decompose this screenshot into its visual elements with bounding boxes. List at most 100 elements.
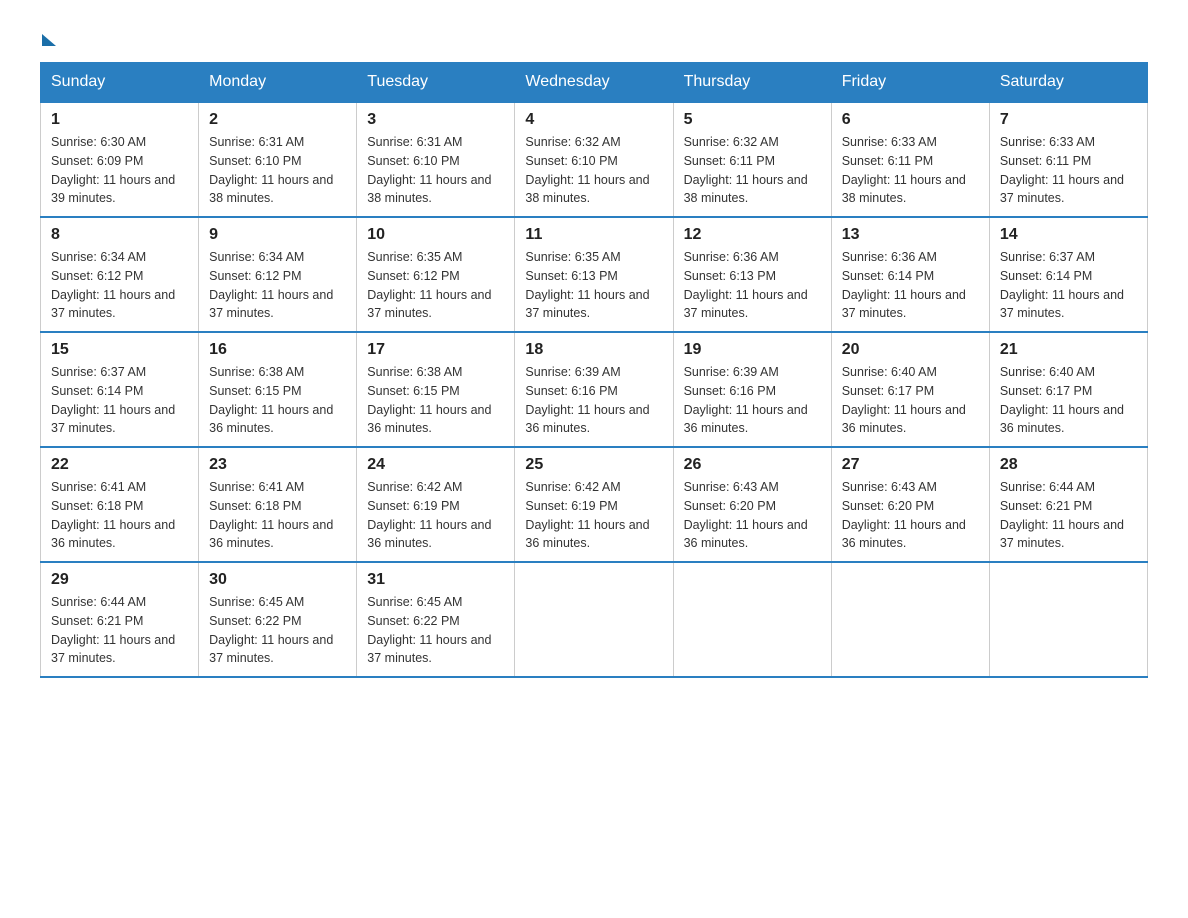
empty-cell	[673, 562, 831, 677]
day-info: Sunrise: 6:42 AMSunset: 6:19 PMDaylight:…	[525, 478, 662, 553]
day-info: Sunrise: 6:30 AMSunset: 6:09 PMDaylight:…	[51, 133, 188, 208]
day-number: 9	[209, 226, 346, 244]
day-cell-21: 21 Sunrise: 6:40 AMSunset: 6:17 PMDayligh…	[989, 332, 1147, 447]
day-info: Sunrise: 6:36 AMSunset: 6:14 PMDaylight:…	[842, 248, 979, 323]
logo-arrow-icon	[42, 34, 56, 46]
day-number: 2	[209, 111, 346, 129]
day-number: 21	[1000, 341, 1137, 359]
day-info: Sunrise: 6:40 AMSunset: 6:17 PMDaylight:…	[1000, 363, 1137, 438]
day-number: 18	[525, 341, 662, 359]
day-info: Sunrise: 6:38 AMSunset: 6:15 PMDaylight:…	[209, 363, 346, 438]
day-cell-26: 26 Sunrise: 6:43 AMSunset: 6:20 PMDayligh…	[673, 447, 831, 562]
day-info: Sunrise: 6:45 AMSunset: 6:22 PMDaylight:…	[209, 593, 346, 668]
day-cell-27: 27 Sunrise: 6:43 AMSunset: 6:20 PMDayligh…	[831, 447, 989, 562]
column-header-monday: Monday	[199, 63, 357, 103]
column-header-thursday: Thursday	[673, 63, 831, 103]
day-cell-25: 25 Sunrise: 6:42 AMSunset: 6:19 PMDayligh…	[515, 447, 673, 562]
day-number: 17	[367, 341, 504, 359]
column-header-sunday: Sunday	[41, 63, 199, 103]
day-number: 26	[684, 456, 821, 474]
day-info: Sunrise: 6:37 AMSunset: 6:14 PMDaylight:…	[1000, 248, 1137, 323]
day-cell-10: 10Sunrise: 6:35 AMSunset: 6:12 PMDayligh…	[357, 217, 515, 332]
day-cell-5: 5Sunrise: 6:32 AMSunset: 6:11 PMDaylight…	[673, 102, 831, 217]
day-number: 3	[367, 111, 504, 129]
day-number: 24	[367, 456, 504, 474]
page-header	[40, 30, 1148, 42]
day-number: 27	[842, 456, 979, 474]
day-number: 1	[51, 111, 188, 129]
day-number: 4	[525, 111, 662, 129]
day-cell-28: 28 Sunrise: 6:44 AMSunset: 6:21 PMDayligh…	[989, 447, 1147, 562]
day-number: 28	[1000, 456, 1137, 474]
day-info: Sunrise: 6:45 AMSunset: 6:22 PMDaylight:…	[367, 593, 504, 668]
column-header-tuesday: Tuesday	[357, 63, 515, 103]
day-cell-17: 17 Sunrise: 6:38 AMSunset: 6:15 PMDayligh…	[357, 332, 515, 447]
day-number: 19	[684, 341, 821, 359]
week-row-5: 29Sunrise: 6:44 AMSunset: 6:21 PMDayligh…	[41, 562, 1148, 677]
day-info: Sunrise: 6:35 AMSunset: 6:12 PMDaylight:…	[367, 248, 504, 323]
day-info: Sunrise: 6:36 AMSunset: 6:13 PMDaylight:…	[684, 248, 821, 323]
column-header-wednesday: Wednesday	[515, 63, 673, 103]
day-cell-13: 13 Sunrise: 6:36 AMSunset: 6:14 PMDayligh…	[831, 217, 989, 332]
day-number: 11	[525, 226, 662, 244]
week-row-1: 1 Sunrise: 6:30 AMSunset: 6:09 PMDaylight…	[41, 102, 1148, 217]
day-cell-18: 18 Sunrise: 6:39 AMSunset: 6:16 PMDayligh…	[515, 332, 673, 447]
day-cell-24: 24 Sunrise: 6:42 AMSunset: 6:19 PMDayligh…	[357, 447, 515, 562]
day-info: Sunrise: 6:42 AMSunset: 6:19 PMDaylight:…	[367, 478, 504, 553]
column-header-friday: Friday	[831, 63, 989, 103]
day-info: Sunrise: 6:43 AMSunset: 6:20 PMDaylight:…	[842, 478, 979, 553]
day-info: Sunrise: 6:39 AMSunset: 6:16 PMDaylight:…	[525, 363, 662, 438]
empty-cell	[989, 562, 1147, 677]
header-row: SundayMondayTuesdayWednesdayThursdayFrid…	[41, 63, 1148, 103]
day-cell-3: 3Sunrise: 6:31 AMSunset: 6:10 PMDaylight…	[357, 102, 515, 217]
day-number: 20	[842, 341, 979, 359]
day-cell-4: 4 Sunrise: 6:32 AMSunset: 6:10 PMDaylight…	[515, 102, 673, 217]
day-cell-1: 1 Sunrise: 6:30 AMSunset: 6:09 PMDaylight…	[41, 102, 199, 217]
week-row-4: 22 Sunrise: 6:41 AMSunset: 6:18 PMDayligh…	[41, 447, 1148, 562]
day-number: 31	[367, 571, 504, 589]
day-info: Sunrise: 6:35 AMSunset: 6:13 PMDaylight:…	[525, 248, 662, 323]
day-cell-9: 9Sunrise: 6:34 AMSunset: 6:12 PMDaylight…	[199, 217, 357, 332]
day-info: Sunrise: 6:33 AMSunset: 6:11 PMDaylight:…	[842, 133, 979, 208]
empty-cell	[831, 562, 989, 677]
day-cell-20: 20 Sunrise: 6:40 AMSunset: 6:17 PMDayligh…	[831, 332, 989, 447]
day-info: Sunrise: 6:31 AMSunset: 6:10 PMDaylight:…	[209, 133, 346, 208]
day-info: Sunrise: 6:32 AMSunset: 6:10 PMDaylight:…	[525, 133, 662, 208]
empty-cell	[515, 562, 673, 677]
day-cell-23: 23 Sunrise: 6:41 AMSunset: 6:18 PMDayligh…	[199, 447, 357, 562]
day-cell-19: 19Sunrise: 6:39 AMSunset: 6:16 PMDayligh…	[673, 332, 831, 447]
day-info: Sunrise: 6:34 AMSunset: 6:12 PMDaylight:…	[51, 248, 188, 323]
week-row-3: 15 Sunrise: 6:37 AMSunset: 6:14 PMDayligh…	[41, 332, 1148, 447]
day-number: 14	[1000, 226, 1137, 244]
day-number: 5	[684, 111, 821, 129]
day-cell-8: 8 Sunrise: 6:34 AMSunset: 6:12 PMDaylight…	[41, 217, 199, 332]
day-number: 23	[209, 456, 346, 474]
day-number: 16	[209, 341, 346, 359]
day-number: 22	[51, 456, 188, 474]
day-cell-11: 11 Sunrise: 6:35 AMSunset: 6:13 PMDayligh…	[515, 217, 673, 332]
week-row-2: 8 Sunrise: 6:34 AMSunset: 6:12 PMDaylight…	[41, 217, 1148, 332]
day-info: Sunrise: 6:44 AMSunset: 6:21 PMDaylight:…	[1000, 478, 1137, 553]
day-info: Sunrise: 6:33 AMSunset: 6:11 PMDaylight:…	[1000, 133, 1137, 208]
day-cell-29: 29Sunrise: 6:44 AMSunset: 6:21 PMDayligh…	[41, 562, 199, 677]
column-header-saturday: Saturday	[989, 63, 1147, 103]
day-number: 25	[525, 456, 662, 474]
day-info: Sunrise: 6:43 AMSunset: 6:20 PMDaylight:…	[684, 478, 821, 553]
day-cell-22: 22 Sunrise: 6:41 AMSunset: 6:18 PMDayligh…	[41, 447, 199, 562]
day-cell-30: 30 Sunrise: 6:45 AMSunset: 6:22 PMDayligh…	[199, 562, 357, 677]
day-info: Sunrise: 6:37 AMSunset: 6:14 PMDaylight:…	[51, 363, 188, 438]
day-cell-12: 12Sunrise: 6:36 AMSunset: 6:13 PMDayligh…	[673, 217, 831, 332]
day-info: Sunrise: 6:41 AMSunset: 6:18 PMDaylight:…	[209, 478, 346, 553]
day-number: 30	[209, 571, 346, 589]
day-number: 7	[1000, 111, 1137, 129]
day-number: 6	[842, 111, 979, 129]
day-info: Sunrise: 6:44 AMSunset: 6:21 PMDaylight:…	[51, 593, 188, 668]
day-number: 15	[51, 341, 188, 359]
day-cell-15: 15 Sunrise: 6:37 AMSunset: 6:14 PMDayligh…	[41, 332, 199, 447]
day-cell-16: 16 Sunrise: 6:38 AMSunset: 6:15 PMDayligh…	[199, 332, 357, 447]
day-info: Sunrise: 6:40 AMSunset: 6:17 PMDaylight:…	[842, 363, 979, 438]
day-info: Sunrise: 6:41 AMSunset: 6:18 PMDaylight:…	[51, 478, 188, 553]
day-info: Sunrise: 6:38 AMSunset: 6:15 PMDaylight:…	[367, 363, 504, 438]
day-number: 8	[51, 226, 188, 244]
day-number: 13	[842, 226, 979, 244]
